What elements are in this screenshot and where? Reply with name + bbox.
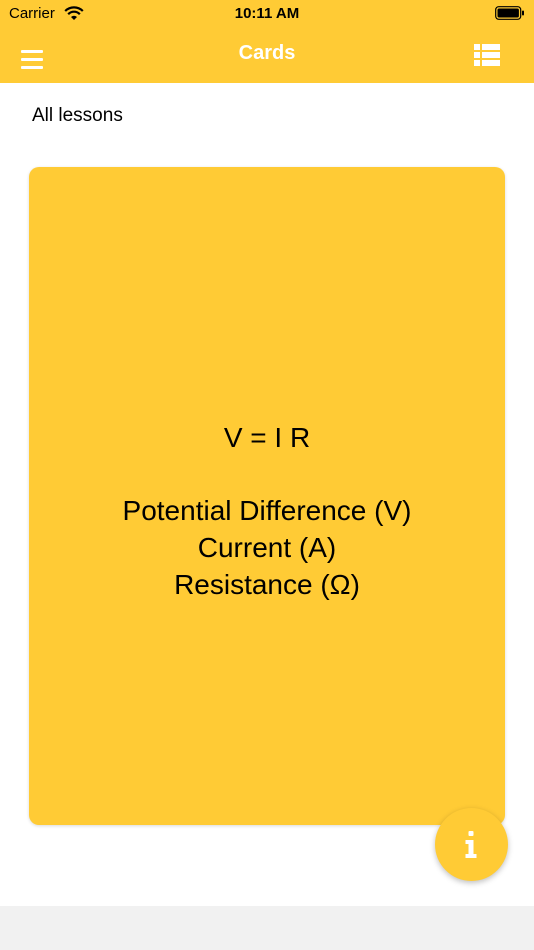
info-button[interactable] [435,808,508,881]
lesson-filter-label[interactable]: All lessons [32,105,123,127]
flash-card[interactable]: V = I R Potential Difference (V) Current… [29,167,505,825]
status-time: 10:11 AM [234,5,300,22]
card-line-resistance: Resistance (Ω) [174,569,360,600]
card-formula: V = I R [223,422,311,453]
info-icon [465,831,477,858]
page-title: Cards [238,42,296,64]
bottom-bar [0,906,534,950]
card-line-current: Current (A) [197,532,337,563]
battery-icon [495,6,524,20]
navigation-bar: Cards [0,28,534,83]
list-view-icon[interactable] [474,44,500,66]
card-line-potential-difference: Potential Difference (V) [122,495,412,526]
status-bar: Carrier 10:11 AM [0,0,534,28]
